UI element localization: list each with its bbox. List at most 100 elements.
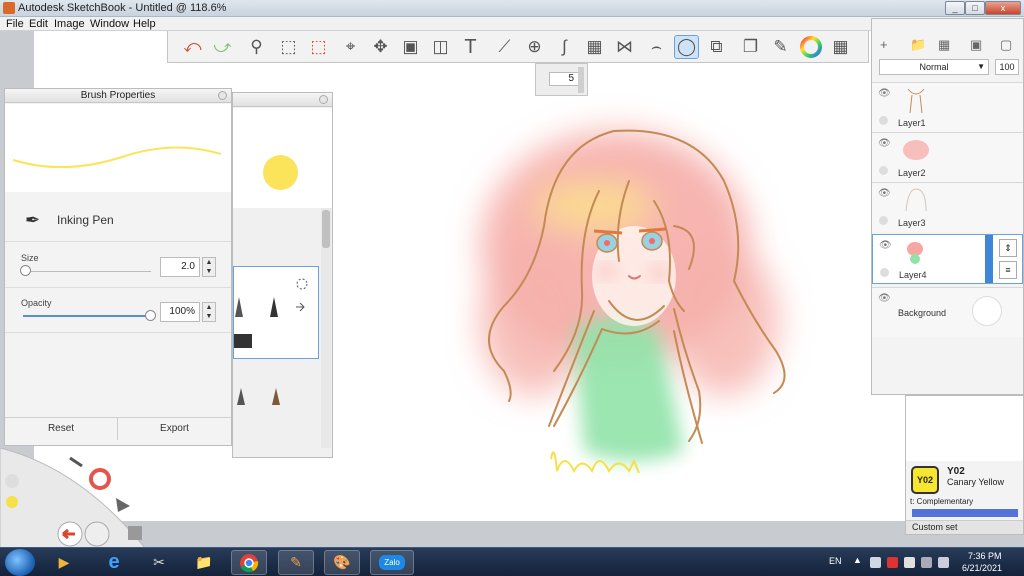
file-explorer-icon[interactable]: 📁 (186, 550, 222, 575)
lock-icon[interactable] (879, 166, 888, 175)
snipping-tool-icon[interactable]: ✂ (141, 550, 177, 575)
internet-explorer-icon[interactable]: e (96, 550, 132, 575)
layer-item[interactable]: 👁 Layer1 (872, 82, 1023, 132)
cursor-icon[interactable] (116, 498, 130, 512)
opacity-input[interactable]: 100% (160, 302, 200, 322)
brush-puck-icon[interactable] (5, 474, 19, 488)
lasso-icon[interactable]: ◯ (674, 35, 699, 59)
undo-icon[interactable]: ⤺ (180, 35, 205, 59)
brush-size-slider[interactable] (578, 67, 584, 93)
stroke-icon[interactable]: ⌢ (644, 35, 669, 59)
menu-image[interactable]: Image (54, 18, 85, 30)
symmetry-icon[interactable]: ⋈ (612, 35, 637, 59)
zoom-icon[interactable]: ⚲ (244, 35, 269, 59)
add-layer-icon[interactable]: + (880, 37, 888, 52)
ellipse-guide-icon[interactable]: ⊕ (522, 35, 547, 59)
add-group-icon[interactable]: 📁 (910, 37, 926, 53)
language-indicator[interactable]: EN (829, 556, 842, 566)
opacity-stepper[interactable]: ▲ ▼ (202, 302, 216, 322)
transform-icon[interactable]: ✥ (368, 35, 393, 59)
clear-layer-icon[interactable]: ▢ (1000, 37, 1012, 53)
crop-select-icon[interactable]: ⬚ (306, 35, 331, 59)
ruler-icon[interactable]: ⟋ (492, 35, 517, 59)
complementary-bar[interactable] (912, 509, 1018, 517)
reset-button[interactable]: Reset (5, 418, 118, 440)
layer-item-selected[interactable]: 👁 Layer4 ⇕ ≡ (872, 234, 1023, 284)
lock-icon[interactable] (879, 216, 888, 225)
visibility-icon[interactable]: 👁 (879, 240, 892, 251)
layer-item-background[interactable]: 👁 Background (872, 287, 1023, 337)
close-button[interactable]: x (985, 1, 1021, 15)
brush-library-scrollbar[interactable] (321, 208, 331, 448)
menu-file[interactable]: File (6, 18, 24, 30)
panel-close-icon[interactable] (218, 91, 227, 100)
visibility-icon[interactable]: 👁 (878, 138, 891, 149)
text-icon[interactable]: T (458, 35, 483, 59)
brush-library-icon[interactable]: ✎ (768, 35, 793, 59)
french-curve-icon[interactable]: ∫ (552, 35, 577, 59)
brush-set-selected[interactable] (233, 266, 319, 359)
layer-menu-icon[interactable]: ≡ (999, 261, 1017, 279)
move-layer-icon[interactable]: ⇕ (999, 239, 1017, 257)
lock-icon[interactable] (879, 116, 888, 125)
tray-icon-3[interactable] (904, 557, 915, 568)
current-color-swatch[interactable] (6, 496, 18, 508)
redo-icon[interactable]: ⤻ (210, 35, 235, 59)
menu-edit[interactable]: Edit (29, 18, 48, 30)
chrome-icon[interactable] (231, 550, 267, 575)
tray-icon-1[interactable] (870, 557, 881, 568)
start-button[interactable] (5, 549, 35, 576)
brush-icon[interactable] (69, 456, 83, 468)
network-icon[interactable] (921, 557, 932, 568)
maximize-button[interactable]: □ (965, 1, 985, 15)
layer-item[interactable]: 👁 Layer3 (872, 182, 1023, 232)
show-hidden-icons[interactable]: ▲ (853, 555, 862, 565)
background-color-swatch[interactable] (972, 296, 1002, 326)
menu-help[interactable]: Help (133, 18, 156, 30)
size-stepper[interactable]: ▲ ▼ (202, 257, 216, 277)
copic-library-icon[interactable]: ▦ (828, 35, 853, 59)
color-wheel-icon[interactable] (798, 35, 823, 59)
crop-icon[interactable]: ⌖ (338, 35, 363, 59)
volume-icon[interactable] (938, 557, 949, 568)
paint-icon[interactable]: 🎨 (324, 550, 360, 575)
panel-close-icon[interactable] (319, 95, 328, 104)
perspective-icon[interactable]: ▦ (582, 35, 607, 59)
visibility-icon[interactable]: 👁 (878, 188, 891, 199)
copic-swatch[interactable]: Y02 (911, 466, 939, 494)
shape-icon[interactable]: ⧉ (704, 35, 729, 59)
redo-button[interactable] (84, 521, 110, 547)
layer-item[interactable]: 👁 Layer2 (872, 132, 1023, 182)
clock-time[interactable]: 7:36 PM (968, 551, 1002, 561)
layers-icon[interactable] (128, 526, 142, 540)
tray-icon-v[interactable] (887, 557, 898, 568)
layer-opacity-input[interactable]: 100 (995, 59, 1019, 75)
blend-mode-select[interactable]: Normal ▼ (879, 59, 989, 75)
distort-icon[interactable]: ▣ (398, 35, 423, 59)
merge-icon[interactable]: ▣ (970, 37, 982, 53)
size-slider-knob[interactable] (19, 265, 31, 276)
clock-date[interactable]: 6/21/2021 (962, 563, 1002, 573)
color-wheel-icon[interactable] (89, 468, 111, 490)
size-track[interactable] (23, 271, 151, 272)
export-button[interactable]: Export (118, 418, 231, 440)
copy-icon[interactable]: ❐ (738, 35, 763, 59)
sketchbook-taskbar-icon[interactable]: ✎ (278, 550, 314, 575)
layer-opacity-bar[interactable] (985, 235, 993, 283)
minimize-button[interactable]: _ (945, 1, 965, 15)
complementary-label[interactable]: t: Complementary (910, 497, 973, 506)
brush-row-icons[interactable] (233, 383, 319, 413)
visibility-icon[interactable]: 👁 (878, 293, 891, 304)
media-player-icon[interactable]: ▶ (46, 550, 82, 575)
fill-icon[interactable]: ◫ (428, 35, 453, 59)
visibility-icon[interactable]: 👁 (878, 88, 891, 99)
select-icon[interactable]: ⬚ (276, 35, 301, 59)
size-input[interactable]: 2.0 (160, 257, 200, 277)
scrollbar-thumb[interactable] (322, 210, 330, 248)
brush-size-puck[interactable]: 5 (535, 63, 588, 96)
zalo-icon[interactable]: Zalo (370, 550, 414, 575)
brush-size-value[interactable]: 5 (549, 72, 579, 86)
custom-set-tab[interactable]: Custom set (906, 520, 1023, 534)
menu-window[interactable]: Window (90, 18, 129, 30)
lock-icon[interactable] (880, 268, 889, 277)
